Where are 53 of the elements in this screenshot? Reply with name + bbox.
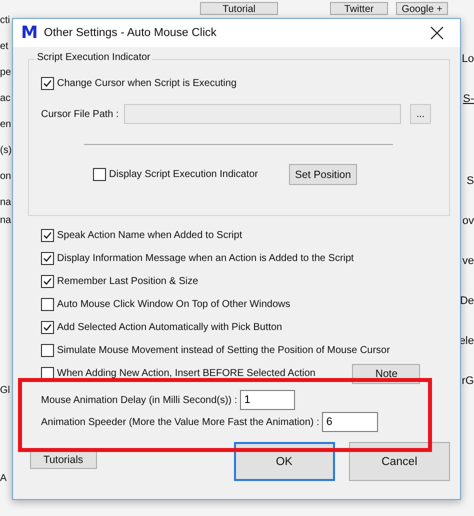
- background-text: rG: [462, 374, 474, 389]
- background-text: Gl: [0, 384, 11, 398]
- close-icon[interactable]: [430, 26, 444, 40]
- dialog-button[interactable]: Cancel: [348, 442, 450, 481]
- background-text: on: [0, 170, 12, 184]
- background-text: pe: [0, 66, 12, 80]
- background-text: De: [460, 294, 474, 309]
- background-text: S-: [463, 92, 474, 107]
- app-logo: M: [21, 23, 38, 43]
- checkbox[interactable]: [41, 252, 54, 265]
- background-text: Lo: [462, 52, 474, 67]
- checkbox-label: Display Script Execution Indicator: [109, 169, 258, 180]
- field-label: Mouse Animation Delay (in Milli Second(s)) :: [41, 394, 238, 406]
- checkbox[interactable]: [41, 321, 54, 334]
- background-text: na: [0, 196, 12, 210]
- checkbox-label: When Adding New Action, Insert BEFORE Selected Action: [57, 368, 316, 379]
- checkbox[interactable]: [41, 298, 54, 311]
- checkbox-label: Change Cursor when Script is Executing: [57, 78, 237, 89]
- background-text: A: [0, 472, 8, 486]
- set-position-button[interactable]: Set Position: [288, 164, 357, 185]
- background-text: S: [466, 174, 474, 189]
- input-field[interactable]: [124, 104, 401, 124]
- checkbox-label: Auto Mouse Click Window On Top of Other Windows: [57, 299, 290, 310]
- field-label: Cursor File Path :: [41, 108, 120, 120]
- checkbox[interactable]: [41, 229, 54, 242]
- input-field[interactable]: 6: [322, 412, 378, 432]
- window-title: Other Settings - Auto Mouse Click: [44, 27, 218, 39]
- checkbox[interactable]: [41, 344, 54, 357]
- background-text: (s): [0, 144, 12, 158]
- background-text: ov: [462, 214, 474, 229]
- group-title: Script Execution Indicator: [35, 52, 152, 63]
- background-button[interactable]: Twitter: [330, 2, 388, 15]
- browse-button[interactable]: ...: [410, 104, 431, 124]
- input-field[interactable]: 1: [240, 390, 296, 410]
- background-text: et: [0, 40, 10, 54]
- background-text: ac: [0, 92, 12, 106]
- background-button[interactable]: Google +: [396, 2, 448, 15]
- background-button[interactable]: Tutorial: [200, 2, 278, 15]
- checkbox-label: Simulate Mouse Movement instead of Setting the Position of Mouse Cursor: [57, 345, 390, 356]
- background-text: en: [0, 118, 12, 132]
- checkbox[interactable]: [41, 275, 54, 288]
- checkbox-label: Remember Last Position & Size: [57, 276, 198, 287]
- checkbox-label: Speak Action Name when Added to Script: [57, 230, 242, 241]
- checkbox[interactable]: [41, 77, 54, 90]
- background-text: cti: [0, 14, 11, 28]
- checkbox-label: Add Selected Action Automatically with Pick Button: [57, 322, 282, 333]
- background-text: na: [0, 214, 12, 228]
- dialog-button[interactable]: OK: [234, 442, 335, 481]
- checkbox-label: Display Information Message when an Action is Added to the Script: [57, 253, 354, 264]
- field-label: Animation Speeder (More the Value More Fast the Animation) :: [41, 416, 320, 428]
- background-text: ve: [462, 254, 474, 269]
- checkbox[interactable]: [93, 168, 106, 181]
- checkbox[interactable]: [41, 367, 54, 380]
